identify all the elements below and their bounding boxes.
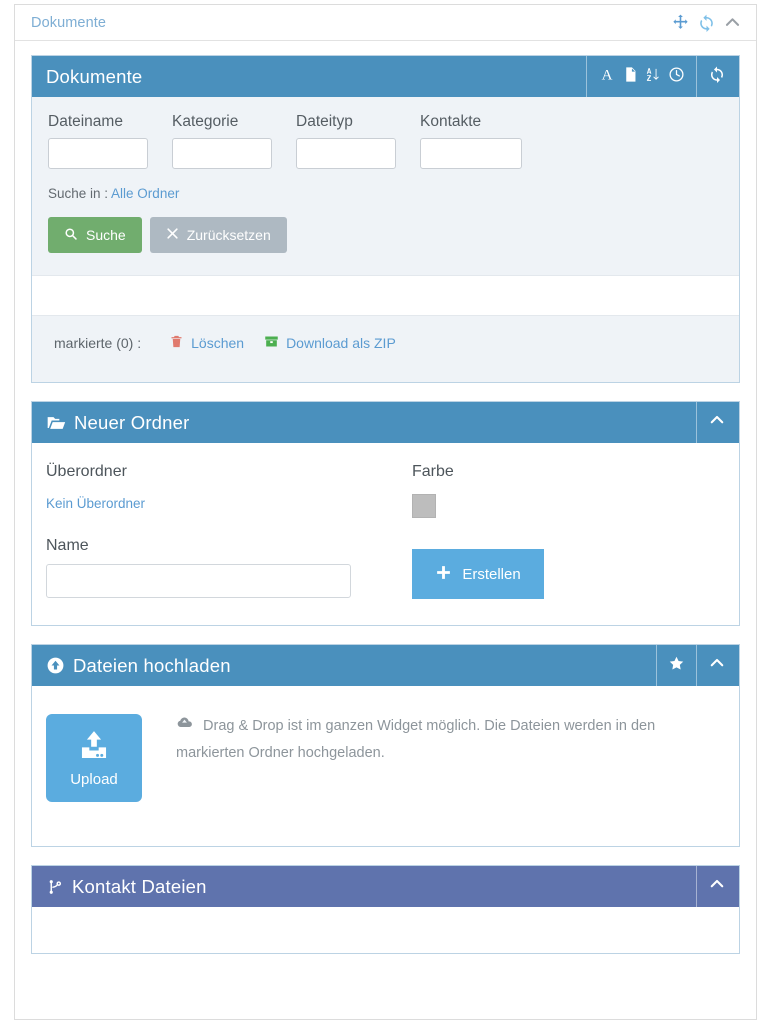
documents-refresh-group xyxy=(696,56,737,97)
field-label-dateityp: Dateityp xyxy=(296,113,353,130)
reset-button-label: Zurücksetzen xyxy=(186,227,271,243)
new-folder-panel: Neuer Ordner Überordner Kein Überordner … xyxy=(31,401,740,626)
folder-name-label: Name xyxy=(46,537,89,554)
folder-color-label: Farbe xyxy=(412,463,454,480)
move-icon[interactable] xyxy=(671,13,690,32)
parent-folder-value[interactable]: Kein Überordner xyxy=(46,496,145,511)
window-titlebar: Dokumente xyxy=(15,5,756,41)
search-input-kontakte[interactable] xyxy=(420,138,522,169)
marked-count-label: markierte (0) : xyxy=(54,335,142,351)
search-input-dateityp[interactable] xyxy=(296,138,396,169)
contact-files-tools xyxy=(696,866,737,907)
upload-button-label: Upload xyxy=(70,770,118,788)
archive-icon xyxy=(264,334,279,352)
contact-files-panel: Kontakt Dateien xyxy=(31,865,740,954)
folder-name-input[interactable] xyxy=(46,564,351,598)
window-body: Dokumente A Dateiname Kategorie Dateityp… xyxy=(15,41,756,954)
upload-favorite-group xyxy=(656,645,696,686)
new-folder-collapse-group xyxy=(696,402,737,443)
search-button[interactable]: Suche xyxy=(48,217,142,253)
search-button-label: Suche xyxy=(86,227,126,243)
documents-panel: Dokumente A Dateiname Kategorie Dateityp… xyxy=(31,55,740,383)
folder-open-icon xyxy=(46,413,66,433)
documents-panel-header: Dokumente A xyxy=(32,56,739,97)
font-icon[interactable]: A xyxy=(598,65,616,88)
contact-files-title: Kontakt Dateien xyxy=(72,875,207,897)
download-zip-label: Download als ZIP xyxy=(286,335,396,351)
documents-view-icons: A xyxy=(586,56,696,97)
chevron-up-icon[interactable] xyxy=(708,875,726,898)
search-input-kategorie[interactable] xyxy=(172,138,272,169)
refresh-icon[interactable] xyxy=(697,13,716,33)
field-label-dateiname: Dateiname xyxy=(48,113,123,130)
contact-files-header: Kontakt Dateien xyxy=(32,866,739,907)
documents-widget-window: Dokumente Dokumente A Dateiname Kategori… xyxy=(14,4,757,1020)
search-button-row: Suche Zurücksetzen xyxy=(48,217,723,253)
field-label-kontakte: Kontakte xyxy=(420,113,482,130)
search-scope-label: Suche in : xyxy=(48,186,112,201)
upload-button[interactable]: Upload xyxy=(46,714,142,802)
close-icon xyxy=(166,227,179,243)
new-folder-header: Neuer Ordner xyxy=(32,402,739,443)
reset-button[interactable]: Zurücksetzen xyxy=(149,217,287,253)
window-tools xyxy=(671,13,742,33)
window-title: Dokumente xyxy=(31,14,107,31)
upload-hint: Drag & Drop ist im ganzen Widget möglich… xyxy=(176,714,676,767)
new-folder-title: Neuer Ordner xyxy=(74,411,190,433)
code-branch-icon xyxy=(46,878,64,896)
refresh-icon[interactable] xyxy=(708,65,726,88)
file-icon[interactable] xyxy=(622,66,639,88)
upload-panel-title: Dateien hochladen xyxy=(73,654,231,676)
chevron-up-icon[interactable] xyxy=(708,654,726,677)
sort-alpha-icon[interactable] xyxy=(645,66,662,88)
search-scope-link[interactable]: Alle Ordner xyxy=(111,186,179,201)
marked-actions-bar: markierte (0) : Löschen Download als ZIP xyxy=(32,315,739,382)
cloud-upload-icon xyxy=(176,717,197,736)
download-zip-action[interactable]: Download als ZIP xyxy=(264,334,396,352)
contact-files-collapse-group xyxy=(696,866,737,907)
create-folder-button[interactable]: Erstellen xyxy=(412,549,544,599)
field-dateiname: Dateiname xyxy=(48,113,148,169)
folder-color-swatch[interactable] xyxy=(412,494,436,518)
upload-circle-icon xyxy=(46,656,65,675)
upload-panel-body: Upload Drag & Drop ist im ganzen Widget … xyxy=(32,686,739,846)
trash-icon xyxy=(169,334,184,352)
clock-icon[interactable] xyxy=(668,66,685,88)
field-dateityp: Dateityp xyxy=(296,113,396,169)
upload-panel: Dateien hochladen Upload Drag & Drop ist… xyxy=(31,644,740,847)
upload-panel-tools xyxy=(656,645,737,686)
delete-selected-label: Löschen xyxy=(191,335,245,351)
upload-panel-header: Dateien hochladen xyxy=(32,645,739,686)
search-icon xyxy=(64,227,78,244)
documents-panel-title: Dokumente xyxy=(46,65,143,87)
field-kategorie: Kategorie xyxy=(172,113,272,169)
field-kontakte: Kontakte xyxy=(420,113,522,169)
create-folder-label: Erstellen xyxy=(462,565,521,583)
documents-search-area: Dateiname Kategorie Dateityp Kontakte Su… xyxy=(32,97,739,275)
upload-collapse-group xyxy=(696,645,737,686)
new-folder-left-column: Überordner Kein Überordner Name xyxy=(46,463,406,599)
parent-folder-label: Überordner xyxy=(46,463,127,480)
new-folder-tools xyxy=(696,402,737,443)
field-label-kategorie: Kategorie xyxy=(172,113,239,130)
documents-list-empty xyxy=(32,275,739,315)
contact-files-body xyxy=(32,907,739,953)
collapse-icon[interactable] xyxy=(723,13,742,32)
new-folder-body: Überordner Kein Überordner Name Farbe Er… xyxy=(32,443,739,625)
new-folder-right-column: Farbe Erstellen xyxy=(406,463,544,599)
documents-panel-tools: A xyxy=(586,56,737,97)
search-scope: Suche in : Alle Ordner xyxy=(48,186,723,201)
search-input-dateiname[interactable] xyxy=(48,138,148,169)
plus-icon xyxy=(435,564,452,585)
upload-tray-icon xyxy=(77,729,111,767)
upload-hint-text: Drag & Drop ist im ganzen Widget möglich… xyxy=(176,718,656,762)
svg-text:A: A xyxy=(602,67,613,83)
search-field-row: Dateiname Kategorie Dateityp Kontakte xyxy=(48,113,723,169)
chevron-up-icon[interactable] xyxy=(708,411,726,434)
delete-selected-action[interactable]: Löschen xyxy=(169,334,244,352)
star-icon[interactable] xyxy=(668,655,685,677)
